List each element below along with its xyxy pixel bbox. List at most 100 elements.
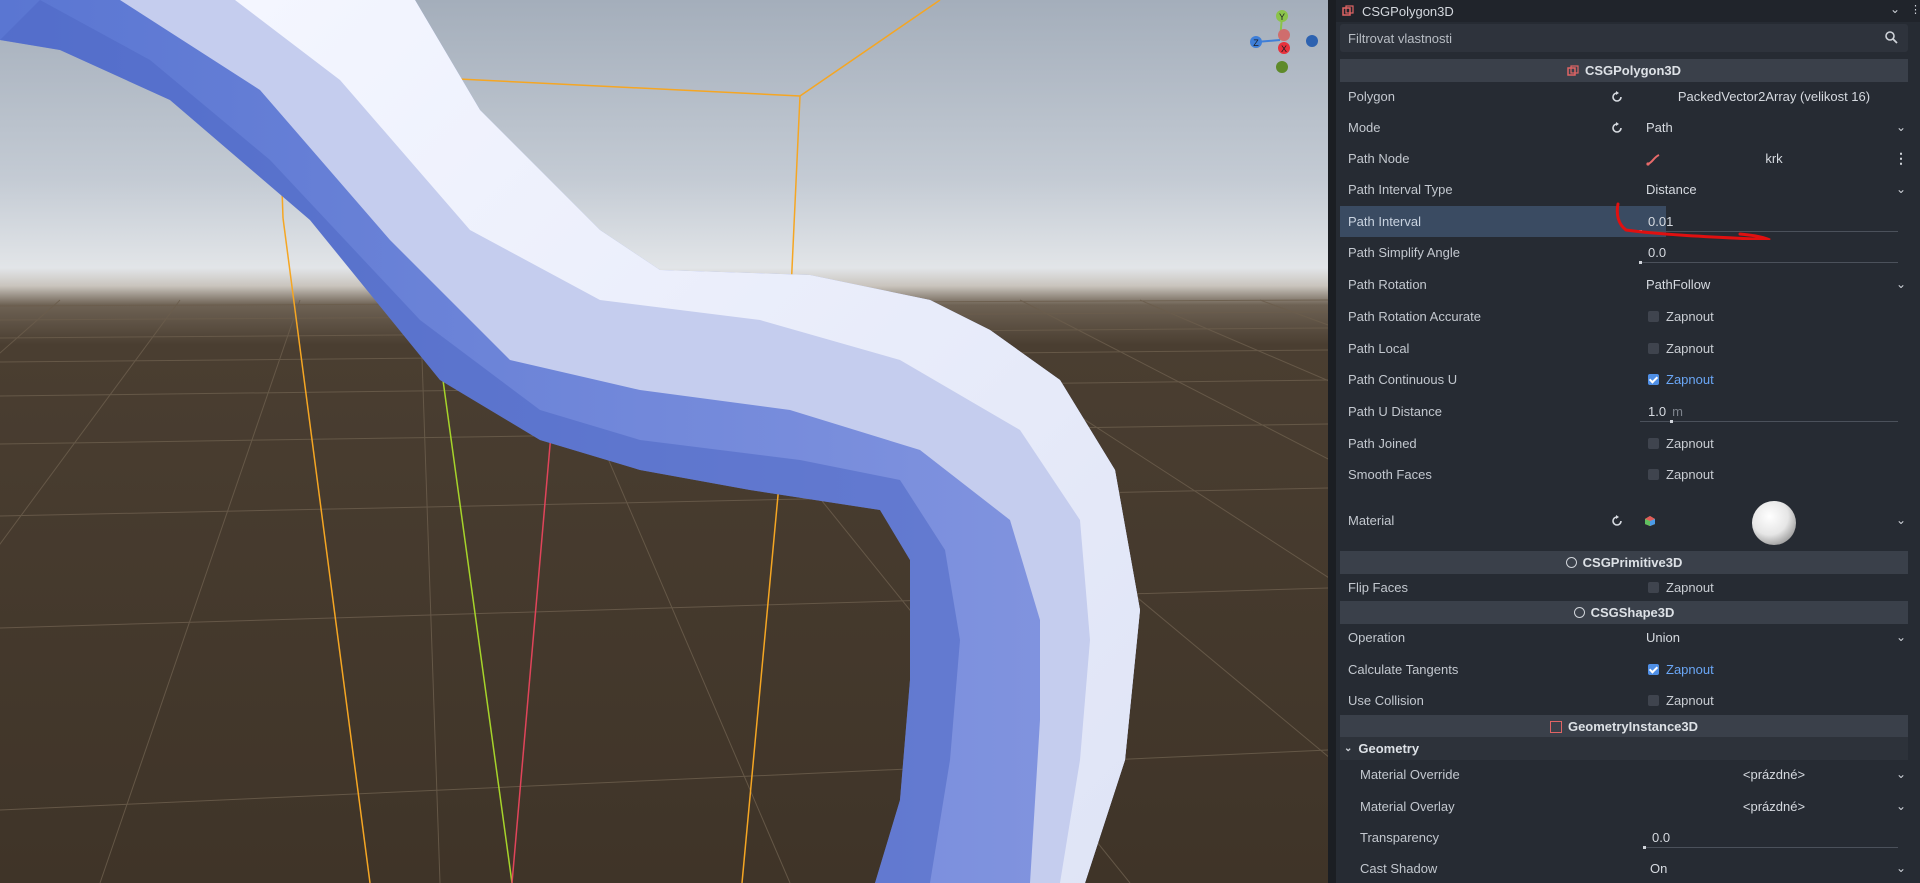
property-label: Flip Faces xyxy=(1348,580,1408,595)
property-label: Path Rotation Accurate xyxy=(1348,309,1481,324)
property-row-use-collision: Use Collision Zapnout xyxy=(1340,685,1908,716)
path-continuous-u-checkbox[interactable]: Zapnout xyxy=(1636,364,1912,395)
property-value: PackedVector2Array (velikost 16) xyxy=(1677,89,1871,104)
path-u-distance-spinbox[interactable]: 1.0 m xyxy=(1636,396,1912,427)
cast-shadow-dropdown[interactable]: On ⌄ xyxy=(1636,853,1912,883)
chevron-down-icon: ⌄ xyxy=(1895,120,1906,134)
property-value: On xyxy=(1650,861,1668,876)
filter-properties-input[interactable] xyxy=(1346,29,1870,47)
property-row-material-overlay: Material Overlay <prázdné> ⌄ xyxy=(1340,791,1908,822)
material-resource-picker[interactable]: ⌄ xyxy=(1636,491,1912,551)
property-row-material: Material ⌄ xyxy=(1340,491,1908,551)
section-csg-shape3d[interactable]: CSGShape3D xyxy=(1340,601,1908,624)
property-value: Union xyxy=(1646,630,1680,645)
property-row-path-local: Path Local Zapnout xyxy=(1340,333,1908,364)
checkbox-label: Zapnout xyxy=(1666,341,1714,356)
checkbox[interactable] xyxy=(1648,582,1659,593)
section-title: GeometryInstance3D xyxy=(1567,719,1699,734)
flip-faces-checkbox[interactable]: Zapnout xyxy=(1636,572,1912,603)
polygon-array-button[interactable]: PackedVector2Array (velikost 16) xyxy=(1636,81,1912,112)
group-geometry[interactable]: ⌄ Geometry xyxy=(1340,737,1908,760)
section-csg-polygon3d[interactable]: CSGPolygon3D xyxy=(1340,59,1908,82)
property-label: Calculate Tangents xyxy=(1348,662,1459,677)
csg-polygon-node-icon xyxy=(1342,5,1354,16)
property-row-polygon: Polygon PackedVector2Array (velikost 16) xyxy=(1340,81,1908,112)
operation-dropdown[interactable]: Union ⌄ xyxy=(1636,622,1912,653)
path-rotation-accurate-checkbox[interactable]: Zapnout xyxy=(1636,301,1912,332)
viewport-splitter[interactable] xyxy=(1328,0,1336,883)
slider-grabber[interactable] xyxy=(1639,261,1642,264)
path-joined-checkbox[interactable]: Zapnout xyxy=(1636,428,1912,459)
property-value: Path xyxy=(1646,120,1673,135)
chevron-down-icon[interactable]: ⌄ xyxy=(1896,505,1906,536)
property-label: Path Continuous U xyxy=(1348,372,1458,387)
checkbox[interactable] xyxy=(1648,311,1659,322)
3d-viewport[interactable]: Y Z X xyxy=(0,0,1328,883)
chevron-down-icon: ⌄ xyxy=(1895,182,1906,196)
checkbox[interactable] xyxy=(1648,438,1659,449)
orientation-gizmo[interactable]: Y Z X xyxy=(1240,4,1320,84)
property-value: PathFollow xyxy=(1646,277,1711,292)
slider-track xyxy=(1640,262,1898,263)
object-menu-chevron-icon[interactable]: ⌄ xyxy=(1890,2,1900,16)
pin-icon[interactable]: ⋮ xyxy=(1910,3,1920,19)
slider-grabber[interactable] xyxy=(1643,846,1646,849)
inspector-object-bar[interactable]: CSGPolygon3D ⌄ ⋮ xyxy=(1336,0,1920,22)
circle-icon xyxy=(1573,607,1585,618)
inspector-object-name: CSGPolygon3D xyxy=(1362,3,1454,19)
material-overlay-picker[interactable]: <prázdné> ⌄ xyxy=(1636,791,1912,822)
property-row-path-u-distance: Path U Distance 1.0 m xyxy=(1340,396,1908,427)
property-row-path-continuous-u: Path Continuous U Zapnout xyxy=(1340,364,1908,395)
chevron-down-icon: ⌄ xyxy=(1895,767,1906,781)
property-label: Mode xyxy=(1348,120,1381,135)
group-title: Geometry xyxy=(1358,741,1420,756)
unit-label: m xyxy=(1672,404,1683,419)
path-local-checkbox[interactable]: Zapnout xyxy=(1636,333,1912,364)
property-label: Path Local xyxy=(1348,341,1410,356)
section-geometry-instance3d[interactable]: GeometryInstance3D xyxy=(1340,715,1908,738)
calculate-tangents-checkbox[interactable]: Zapnout xyxy=(1636,654,1912,685)
property-value: 0.0 xyxy=(1652,830,1671,845)
property-row-mode: Mode Path ⌄ xyxy=(1340,112,1908,143)
slider-grabber[interactable] xyxy=(1670,420,1673,423)
circle-icon xyxy=(1565,557,1577,568)
mode-dropdown[interactable]: Path ⌄ xyxy=(1636,112,1912,143)
property-label: Transparency xyxy=(1360,830,1439,845)
chevron-down-icon: ⌄ xyxy=(1895,799,1906,813)
material-override-picker[interactable]: <prázdné> ⌄ xyxy=(1636,759,1912,790)
path-node-icon xyxy=(1646,154,1660,166)
property-label: Path Simplify Angle xyxy=(1348,245,1461,260)
revert-icon[interactable] xyxy=(1610,514,1624,528)
path-node-picker[interactable]: krk ⋮ xyxy=(1636,143,1912,174)
section-csg-primitive3d[interactable]: CSGPrimitive3D xyxy=(1340,551,1908,574)
path-rotation-dropdown[interactable]: PathFollow ⌄ xyxy=(1636,269,1912,300)
checkbox-label: Zapnout xyxy=(1666,662,1714,677)
property-row-smooth-faces: Smooth Faces Zapnout xyxy=(1340,459,1908,490)
revert-icon[interactable] xyxy=(1610,121,1624,135)
property-label: Path Rotation xyxy=(1348,277,1427,292)
checkbox-checked[interactable] xyxy=(1648,374,1659,385)
property-label: Path Joined xyxy=(1348,436,1417,451)
chevron-down-icon: ⌄ xyxy=(1895,861,1906,875)
property-label: Material Override xyxy=(1360,767,1460,782)
checkbox[interactable] xyxy=(1648,695,1659,706)
revert-icon[interactable] xyxy=(1610,90,1624,104)
material-type-icon xyxy=(1645,516,1655,526)
property-label: Cast Shadow xyxy=(1360,861,1438,876)
smooth-faces-checkbox[interactable]: Zapnout xyxy=(1636,459,1912,490)
chevron-down-icon: ⌄ xyxy=(1344,743,1353,754)
transparency-spinbox[interactable]: 0.0 xyxy=(1636,822,1912,853)
property-row-path-joined: Path Joined Zapnout xyxy=(1340,428,1908,459)
use-collision-checkbox[interactable]: Zapnout xyxy=(1636,685,1912,716)
more-options-icon[interactable]: ⋮ xyxy=(1894,143,1908,174)
checkbox-checked[interactable] xyxy=(1648,664,1659,675)
path-simplify-angle-spinbox[interactable]: 0.0 xyxy=(1636,237,1912,268)
property-row-transparency: Transparency 0.0 xyxy=(1340,822,1908,853)
inspector-panel: CSGPolygon3D ⌄ ⋮ CSGPolygon3D Polygon Pa… xyxy=(1336,0,1920,883)
checkbox[interactable] xyxy=(1648,469,1659,480)
checkbox[interactable] xyxy=(1648,343,1659,354)
checkbox-label: Zapnout xyxy=(1666,372,1714,387)
property-row-path-simplify-angle: Path Simplify Angle 0.0 xyxy=(1340,237,1908,268)
gizmo-z-label: Z xyxy=(1253,38,1259,48)
section-title: CSGShape3D xyxy=(1590,605,1675,620)
